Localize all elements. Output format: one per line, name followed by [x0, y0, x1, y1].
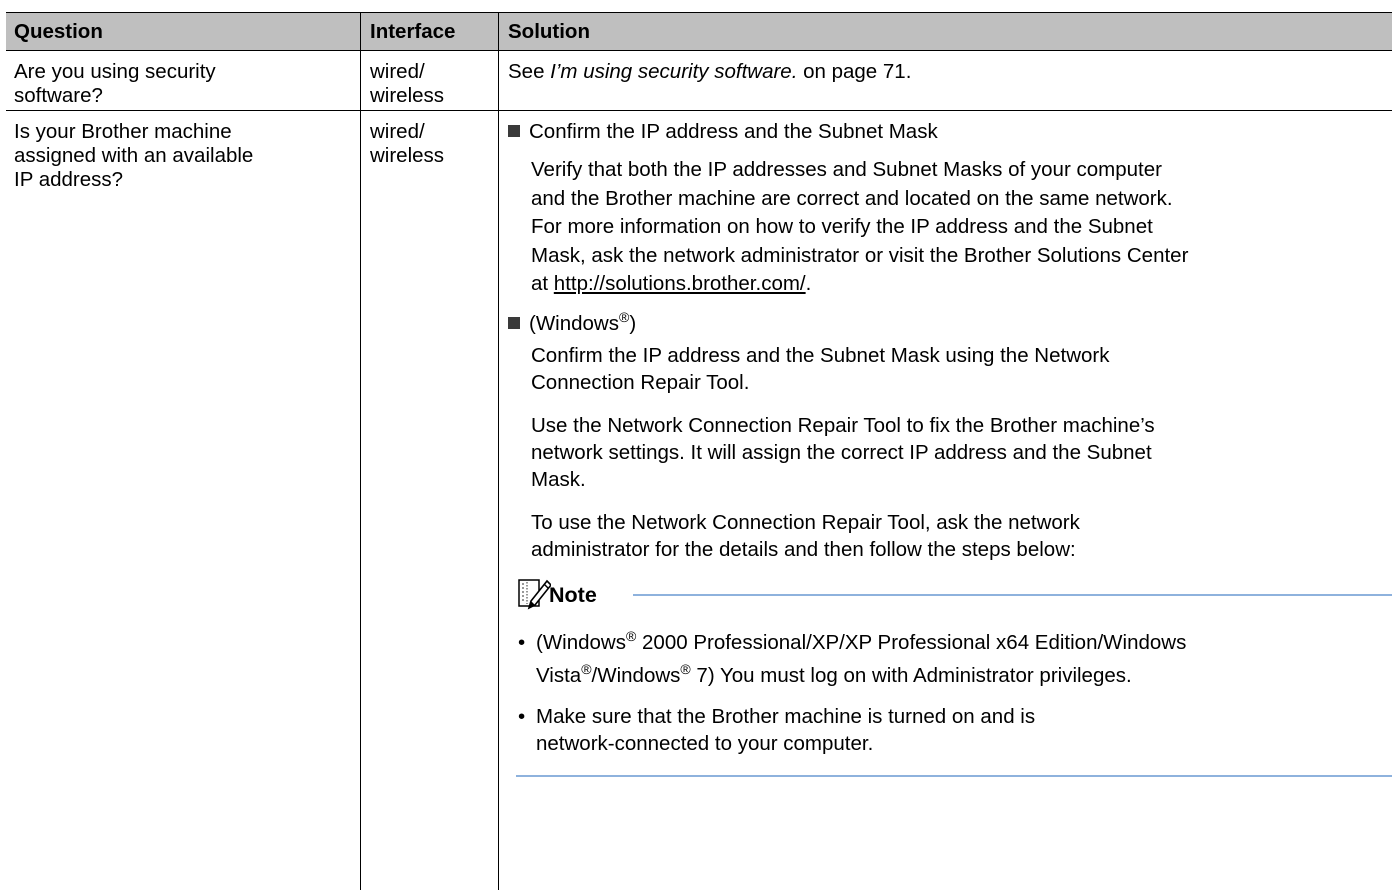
solution-item-2-paragraph-2: To use the Network Connection Repair Too…	[531, 511, 1080, 561]
square-bullet-icon	[508, 317, 520, 329]
solution-item-1-body: Verify that both the IP addresses and Su…	[531, 158, 1189, 295]
note-item-2: • Make sure that the Brother machine is t…	[518, 705, 1036, 755]
table-header: Question Interface Solution	[6, 12, 1392, 51]
note-divider-top	[633, 594, 1392, 596]
row1-interface: wired/ wireless	[370, 60, 445, 107]
row-divider	[6, 110, 1392, 112]
solution-item-1-heading: Confirm the IP address and the Subnet Ma…	[508, 120, 938, 144]
note-item-1: • (Windows® 2000 Professional/XP/XP Profe…	[518, 628, 1187, 687]
row2-interface: wired/ wireless	[370, 120, 445, 167]
column-divider	[498, 12, 500, 890]
row1-question: Are you using security software?	[14, 60, 216, 107]
cross-reference[interactable]: I’m using security software.	[550, 60, 797, 83]
row1-solution: See I’m using security software. on page…	[508, 60, 912, 83]
header-solution: Solution	[508, 20, 590, 43]
solution-item-2-heading: (Windows®)	[508, 310, 636, 336]
solution-item-2-body: Confirm the IP address and the Subnet Ma…	[531, 344, 1110, 394]
note-title: Note	[549, 583, 597, 607]
square-bullet-icon	[508, 125, 520, 137]
note-divider-bottom	[516, 775, 1392, 777]
solutions-center-link[interactable]: http://solutions.brother.com/	[554, 272, 806, 295]
solution-item-2-paragraph-1: Use the Network Connection Repair Tool t…	[531, 414, 1155, 491]
note-icon	[517, 577, 553, 611]
header-question: Question	[14, 20, 103, 43]
troubleshooting-table: Question Interface Solution Are you usin…	[6, 12, 1392, 890]
row2-question: Is your Brother machine assigned with an…	[14, 120, 254, 191]
column-divider	[360, 12, 362, 890]
header-interface: Interface	[370, 20, 456, 43]
